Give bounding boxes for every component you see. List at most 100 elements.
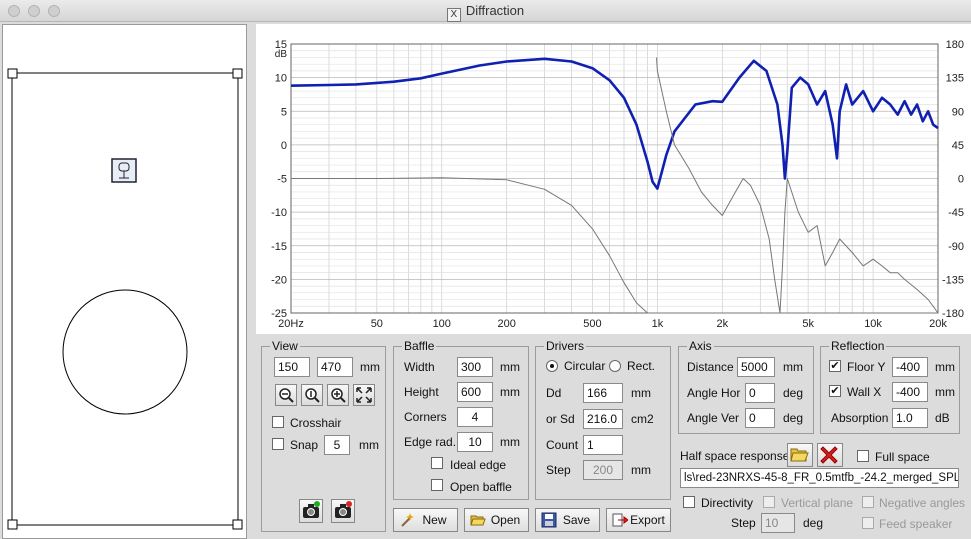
- folder-open-icon: [470, 515, 486, 526]
- view-group: View 150 470 mm Crosshair Snap 5 mm: [261, 339, 386, 532]
- response-chart: 151050-5-10-15-20-25dB18013590450-45-90-…: [271, 39, 964, 330]
- negative-angles-checkbox[interactable]: [862, 496, 874, 508]
- floor-label: Floor Y: [847, 360, 886, 374]
- dd-label: Dd: [546, 386, 562, 400]
- corners-field[interactable]: 4: [457, 407, 493, 427]
- count-field[interactable]: 1: [583, 435, 623, 455]
- y2-tick-label: -90: [948, 241, 964, 253]
- corner-handle-tr[interactable]: [232, 68, 243, 79]
- zoom-reset-icon: [305, 388, 320, 403]
- view-height-field[interactable]: 470: [317, 357, 353, 377]
- dd-field[interactable]: 166: [583, 383, 623, 403]
- fit-all-button[interactable]: [353, 384, 375, 406]
- half-space-file-field[interactable]: ls\red-23NRXS-45-8_FR_0.5mtfb_-24.2_merg…: [680, 468, 959, 488]
- ideal-edge-checkbox[interactable]: [431, 457, 443, 469]
- floor-field[interactable]: -400: [892, 357, 928, 377]
- zoom-in-button[interactable]: [327, 384, 349, 406]
- expand-icon: [356, 387, 372, 403]
- wall-field[interactable]: -400: [892, 382, 928, 402]
- floor-checkbox[interactable]: ✔: [829, 360, 841, 372]
- zoom-out-button[interactable]: [275, 384, 297, 406]
- snap-checkbox[interactable]: [272, 438, 284, 450]
- open-baffle-label: Open baffle: [450, 480, 512, 494]
- wall-label: Wall X: [847, 385, 882, 399]
- zoom-fit-button[interactable]: [301, 384, 323, 406]
- x-tick-label: 200: [497, 318, 515, 330]
- absorption-field[interactable]: 1.0: [892, 408, 928, 428]
- angle-ver-field[interactable]: 0: [745, 408, 775, 428]
- x11-app-icon: X: [446, 8, 461, 22]
- x-tick-label: 10k: [864, 318, 882, 330]
- y2-tick-label: 135: [946, 73, 964, 85]
- rect-label: Rect.: [627, 359, 656, 373]
- baffle-view[interactable]: [2, 24, 247, 539]
- y2-tick-label: 180: [946, 39, 964, 51]
- crosshair-label: Crosshair: [290, 416, 342, 430]
- axis-group-label: Axis: [687, 339, 714, 353]
- directivity-step-field[interactable]: 10: [761, 513, 795, 533]
- x-tick-label: 50: [371, 318, 383, 330]
- x-tick-label: 1k: [652, 318, 664, 330]
- angle-hor-field[interactable]: 0: [745, 383, 775, 403]
- snap-label: Snap: [290, 438, 319, 452]
- directivity-checkbox[interactable]: [683, 496, 695, 508]
- full-space-label: Full space: [875, 450, 930, 464]
- driver-step-field[interactable]: 200: [583, 460, 623, 480]
- view-group-label: View: [270, 339, 300, 353]
- baffle-outline: [11, 72, 239, 526]
- count-label: Count: [546, 438, 579, 452]
- y2-tick-label: 0: [958, 174, 964, 186]
- half-space-clear-button[interactable]: [817, 443, 843, 467]
- microphone-icon[interactable]: [111, 158, 137, 183]
- corner-handle-br[interactable]: [232, 519, 243, 530]
- wall-checkbox[interactable]: ✔: [829, 385, 841, 397]
- distance-field[interactable]: 5000: [737, 357, 775, 377]
- x-tick-label: 500: [583, 318, 601, 330]
- distance-unit: mm: [783, 360, 803, 374]
- negative-angles-label: Negative angles: [879, 496, 966, 510]
- absorption-unit: dB: [935, 411, 950, 425]
- open-button[interactable]: Open: [464, 508, 529, 532]
- screenshot-delete-button[interactable]: [331, 499, 355, 523]
- y-tick-label: 10: [275, 73, 287, 85]
- y-tick-label: 0: [281, 140, 287, 152]
- edge-radius-label: Edge rad.: [404, 435, 457, 449]
- view-width-field[interactable]: 150: [274, 357, 310, 377]
- frequency-response-graph[interactable]: 15 10 5 0 -5 -10 -15 -20 -25 dB 180 135 90 45 0 -45 -90-…: [256, 24, 971, 334]
- driver-step-unit: mm: [631, 463, 651, 477]
- screenshot-button[interactable]: [299, 499, 323, 523]
- corner-handle-tl[interactable]: [7, 68, 18, 79]
- drivers-group: Drivers Circular Rect. Dd 166 mm or Sd 2…: [535, 339, 671, 500]
- baffle-height-label: Height: [404, 385, 439, 399]
- export-button[interactable]: Export: [606, 508, 671, 532]
- sd-unit: cm2: [631, 412, 654, 426]
- half-space-open-button[interactable]: [787, 443, 813, 467]
- y-tick-label: -5: [277, 174, 287, 186]
- corner-handle-bl[interactable]: [7, 519, 18, 530]
- corners-label: Corners: [404, 410, 447, 424]
- floor-unit: mm: [935, 360, 955, 374]
- driver-circle[interactable]: [62, 289, 188, 415]
- directivity-step-label: Step: [731, 516, 756, 530]
- vertical-plane-checkbox[interactable]: [763, 496, 775, 508]
- x-tick-label: 100: [433, 318, 451, 330]
- sd-field[interactable]: 216.0: [583, 409, 623, 429]
- crosshair-checkbox[interactable]: [272, 416, 284, 428]
- half-space-label: Half space response: [680, 449, 790, 463]
- new-button[interactable]: New: [393, 508, 458, 532]
- rect-radio[interactable]: [609, 360, 621, 372]
- wall-unit: mm: [935, 385, 955, 399]
- driver-step-label: Step: [546, 463, 571, 477]
- baffle-width-field[interactable]: 300: [457, 357, 493, 377]
- edge-radius-field[interactable]: 10: [457, 432, 493, 452]
- open-baffle-checkbox[interactable]: [431, 479, 443, 491]
- vertical-plane-label: Vertical plane: [781, 496, 854, 510]
- floppy-disk-icon: [541, 512, 557, 528]
- baffle-height-field[interactable]: 600: [457, 382, 493, 402]
- feed-speaker-checkbox[interactable]: [862, 517, 874, 529]
- full-space-checkbox[interactable]: [857, 450, 869, 462]
- save-button[interactable]: Save: [535, 508, 600, 532]
- circular-radio[interactable]: [546, 360, 558, 372]
- snap-field[interactable]: 5: [324, 435, 350, 455]
- y-tick-label: -15: [271, 241, 287, 253]
